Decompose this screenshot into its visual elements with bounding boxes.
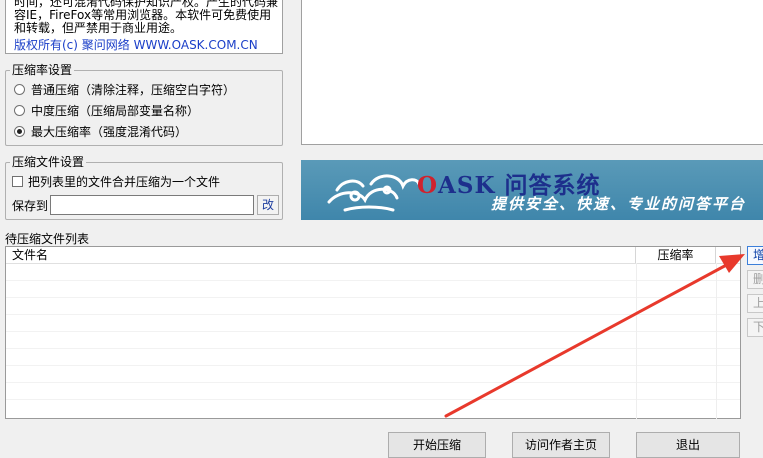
arrow-head-icon	[719, 254, 745, 273]
red-arrow-annotation	[444, 254, 745, 418]
arrow-shaft	[444, 260, 734, 418]
